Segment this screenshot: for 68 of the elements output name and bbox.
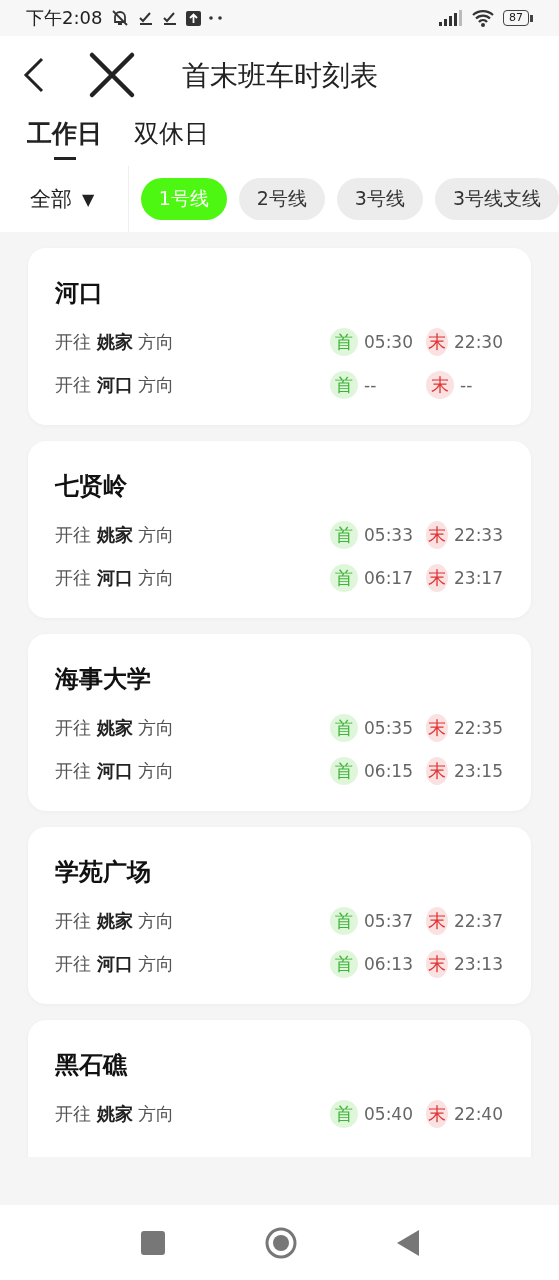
signal-icon bbox=[439, 10, 463, 26]
first-train-badge: 首 bbox=[330, 563, 358, 592]
direction-text: 开往 河口 方向 bbox=[55, 758, 176, 783]
direction-text: 开往 河口 方向 bbox=[55, 951, 176, 976]
train-time: 22:35 bbox=[454, 717, 503, 738]
back-icon[interactable] bbox=[396, 1229, 419, 1256]
clock-time: 下午2:08 bbox=[26, 6, 103, 30]
train-time: 23:17 bbox=[454, 567, 503, 588]
train-time: 23:15 bbox=[454, 760, 503, 781]
check-icon bbox=[162, 10, 179, 26]
last-train-badge: 末 bbox=[426, 520, 448, 549]
recents-icon[interactable] bbox=[140, 1230, 165, 1255]
train-time: 05:35 bbox=[364, 717, 413, 738]
page-title: 首末班车时刻表 bbox=[182, 58, 378, 94]
train-time: 22:40 bbox=[454, 1103, 503, 1124]
train-time: 22:33 bbox=[454, 524, 503, 545]
last-train-badge: 末 bbox=[426, 713, 448, 742]
direction-text: 开往 姚家 方向 bbox=[55, 522, 176, 547]
station-name: 河口 bbox=[55, 278, 104, 308]
station-name: 海事大学 bbox=[55, 664, 152, 694]
first-train-badge: 首 bbox=[330, 949, 358, 978]
train-time: 05:37 bbox=[364, 910, 413, 931]
train-time: -- bbox=[460, 374, 473, 395]
last-train-badge: 末 bbox=[426, 949, 448, 978]
direction-text: 开往 姚家 方向 bbox=[55, 715, 176, 740]
train-time: 22:37 bbox=[454, 910, 503, 931]
first-train-badge: 首 bbox=[330, 713, 358, 742]
direction-text: 开往 河口 方向 bbox=[55, 372, 176, 397]
first-train-badge: 首 bbox=[330, 520, 358, 549]
station-name: 七贤岭 bbox=[55, 471, 128, 501]
direction-text: 开往 姚家 方向 bbox=[55, 1101, 176, 1126]
upload-icon bbox=[186, 10, 202, 26]
line-chip[interactable]: 3号线支线 bbox=[434, 178, 559, 220]
home-icon[interactable] bbox=[264, 1226, 297, 1259]
train-time: 05:30 bbox=[364, 331, 413, 352]
direction-text: 开往 河口 方向 bbox=[55, 565, 176, 590]
last-train-badge: 末 bbox=[426, 327, 448, 356]
first-train-badge: 首 bbox=[330, 370, 358, 399]
last-train-badge: 末 bbox=[426, 563, 448, 592]
train-time: 23:13 bbox=[454, 953, 503, 974]
train-time: 05:33 bbox=[364, 524, 413, 545]
more-dots-icon bbox=[209, 16, 224, 20]
train-time: 06:17 bbox=[364, 567, 413, 588]
first-train-badge: 首 bbox=[330, 1099, 358, 1128]
last-train-badge: 末 bbox=[426, 1099, 448, 1128]
direction-text: 开往 姚家 方向 bbox=[55, 908, 176, 933]
train-time: 06:15 bbox=[364, 760, 413, 781]
train-time: 22:30 bbox=[454, 331, 503, 352]
train-time: 06:13 bbox=[364, 953, 413, 974]
first-train-badge: 首 bbox=[330, 906, 358, 935]
last-train-badge: 末 bbox=[426, 906, 448, 935]
check-icon bbox=[138, 10, 155, 26]
direction-text: 开往 姚家 方向 bbox=[55, 329, 176, 354]
last-train-badge: 末 bbox=[426, 756, 448, 785]
first-train-badge: 首 bbox=[330, 756, 358, 785]
first-train-badge: 首 bbox=[330, 327, 358, 356]
train-time: 05:40 bbox=[364, 1103, 413, 1124]
train-time: -- bbox=[364, 374, 377, 395]
wifi-icon bbox=[471, 9, 495, 27]
caret-icon: ▼ bbox=[82, 189, 95, 209]
day-tab[interactable]: 双休日 bbox=[134, 116, 209, 162]
line-chip[interactable]: 3号线 bbox=[336, 178, 423, 220]
last-train-badge: 末 bbox=[426, 370, 454, 399]
line-chip[interactable]: 2号线 bbox=[238, 178, 325, 220]
station-name: 学苑广场 bbox=[55, 857, 152, 887]
day-tab[interactable]: 工作日 bbox=[27, 116, 102, 162]
station-name: 黑石礁 bbox=[55, 1050, 129, 1080]
filter-dropdown[interactable]: 全部 bbox=[30, 185, 72, 213]
